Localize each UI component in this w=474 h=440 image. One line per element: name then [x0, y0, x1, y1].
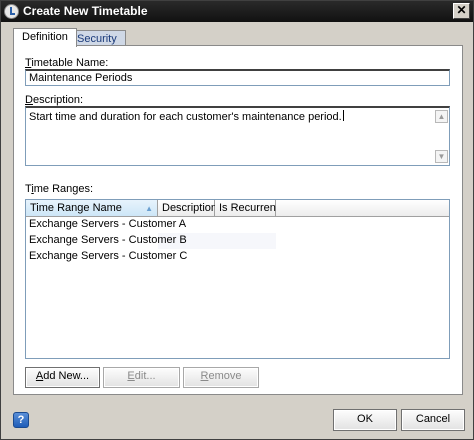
description-label: Description:: [25, 94, 84, 106]
table-row[interactable]: Exchange Servers - Customer A: [26, 217, 276, 233]
tab-definition[interactable]: Definition: [13, 28, 77, 47]
time-ranges-grid[interactable]: Time Range Name ▲ Description Is Recurre…: [25, 199, 450, 359]
column-header-is-recurrent[interactable]: Is Recurrent: [215, 200, 279, 217]
time-range-name-cell: Exchange Servers - Customer B: [29, 234, 187, 246]
table-row[interactable]: Exchange Servers - Customer B: [26, 233, 276, 249]
description-value: Start time and duration for each custome…: [29, 111, 342, 123]
time-range-name-cell: Exchange Servers - Customer C: [29, 250, 188, 262]
scroll-up-icon[interactable]: ▲: [435, 110, 448, 123]
sort-ascending-icon: ▲: [145, 204, 153, 213]
column-header-filler: [276, 200, 449, 217]
description-textarea[interactable]: Start time and duration for each custome…: [25, 106, 450, 166]
edit-button[interactable]: Edit...: [103, 367, 180, 388]
timetable-name-label: Timetable Name:: [25, 57, 109, 69]
title-bar[interactable]: Create New Timetable ✕: [1, 1, 473, 22]
time-range-name-cell: Exchange Servers - Customer A: [29, 218, 187, 230]
ok-button[interactable]: OK: [333, 409, 397, 431]
cancel-button[interactable]: Cancel: [401, 409, 465, 431]
column-header-time-range-name[interactable]: Time Range Name ▲: [26, 200, 158, 217]
remove-button[interactable]: Remove: [183, 367, 259, 388]
timetable-name-value: Maintenance Periods: [29, 72, 133, 84]
text-caret: [342, 110, 344, 121]
scroll-down-icon[interactable]: ▼: [435, 150, 448, 163]
definition-panel: Timetable Name: Maintenance Periods Desc…: [13, 45, 463, 395]
table-row[interactable]: Exchange Servers - Customer C: [26, 249, 276, 265]
app-icon: [4, 4, 19, 19]
create-timetable-dialog: Create New Timetable ✕ Definition Securi…: [0, 0, 474, 440]
window-title: Create New Timetable: [23, 4, 148, 18]
time-ranges-label: Time Ranges:: [25, 183, 94, 195]
timetable-name-input[interactable]: Maintenance Periods: [25, 69, 450, 86]
column-header-description[interactable]: Description: [158, 200, 217, 217]
close-button[interactable]: ✕: [453, 3, 470, 19]
add-new-button[interactable]: Add New...: [25, 367, 100, 388]
grid-header: Time Range Name ▲ Description Is Recurre…: [26, 200, 449, 217]
help-icon[interactable]: ?: [13, 412, 29, 428]
